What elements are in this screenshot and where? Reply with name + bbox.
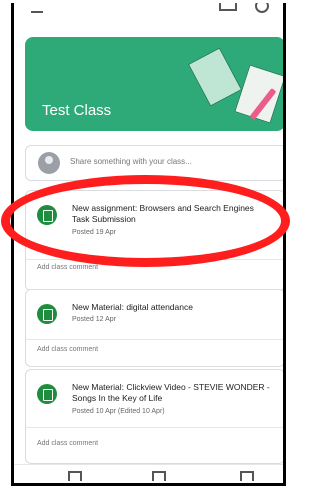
stream-tab-icon[interactable] [68,471,82,481]
add-class-comment[interactable]: Add class comment [37,440,98,447]
divider [26,427,283,428]
post-date: Posted 12 Apr [72,316,116,323]
stream-post[interactable]: New Material: Clickview Video - STEVIE W… [25,369,283,464]
menu-icon[interactable] [31,3,43,13]
divider [26,339,283,340]
bottom-nav [14,464,283,483]
notebook-illustration [187,47,243,107]
notebook-illustration [234,64,283,124]
material-icon [37,304,57,324]
highlight-ring [1,175,290,267]
add-class-comment[interactable]: Add class comment [37,264,98,271]
post-title: New Material: digital attendance [72,302,193,312]
class-title: Test Class [42,102,112,119]
add-class-comment[interactable]: Add class comment [37,346,98,353]
avatar [38,152,60,174]
post-title: New Material: Clickview Video - STEVIE W… [72,382,270,403]
post-date: Posted 10 Apr (Edited 10 Apr) [72,408,165,415]
top-app-bar [14,3,283,25]
material-icon [37,384,57,404]
people-tab-icon[interactable] [240,471,254,481]
share-placeholder: Share something with your class... [70,157,192,166]
stream-post[interactable]: New Material: digital attendance Posted … [25,289,283,367]
classwork-tab-icon[interactable] [152,471,166,481]
class-banner[interactable]: Test Class [25,37,283,131]
account-icon[interactable] [255,3,269,13]
calendar-icon[interactable] [219,3,237,11]
